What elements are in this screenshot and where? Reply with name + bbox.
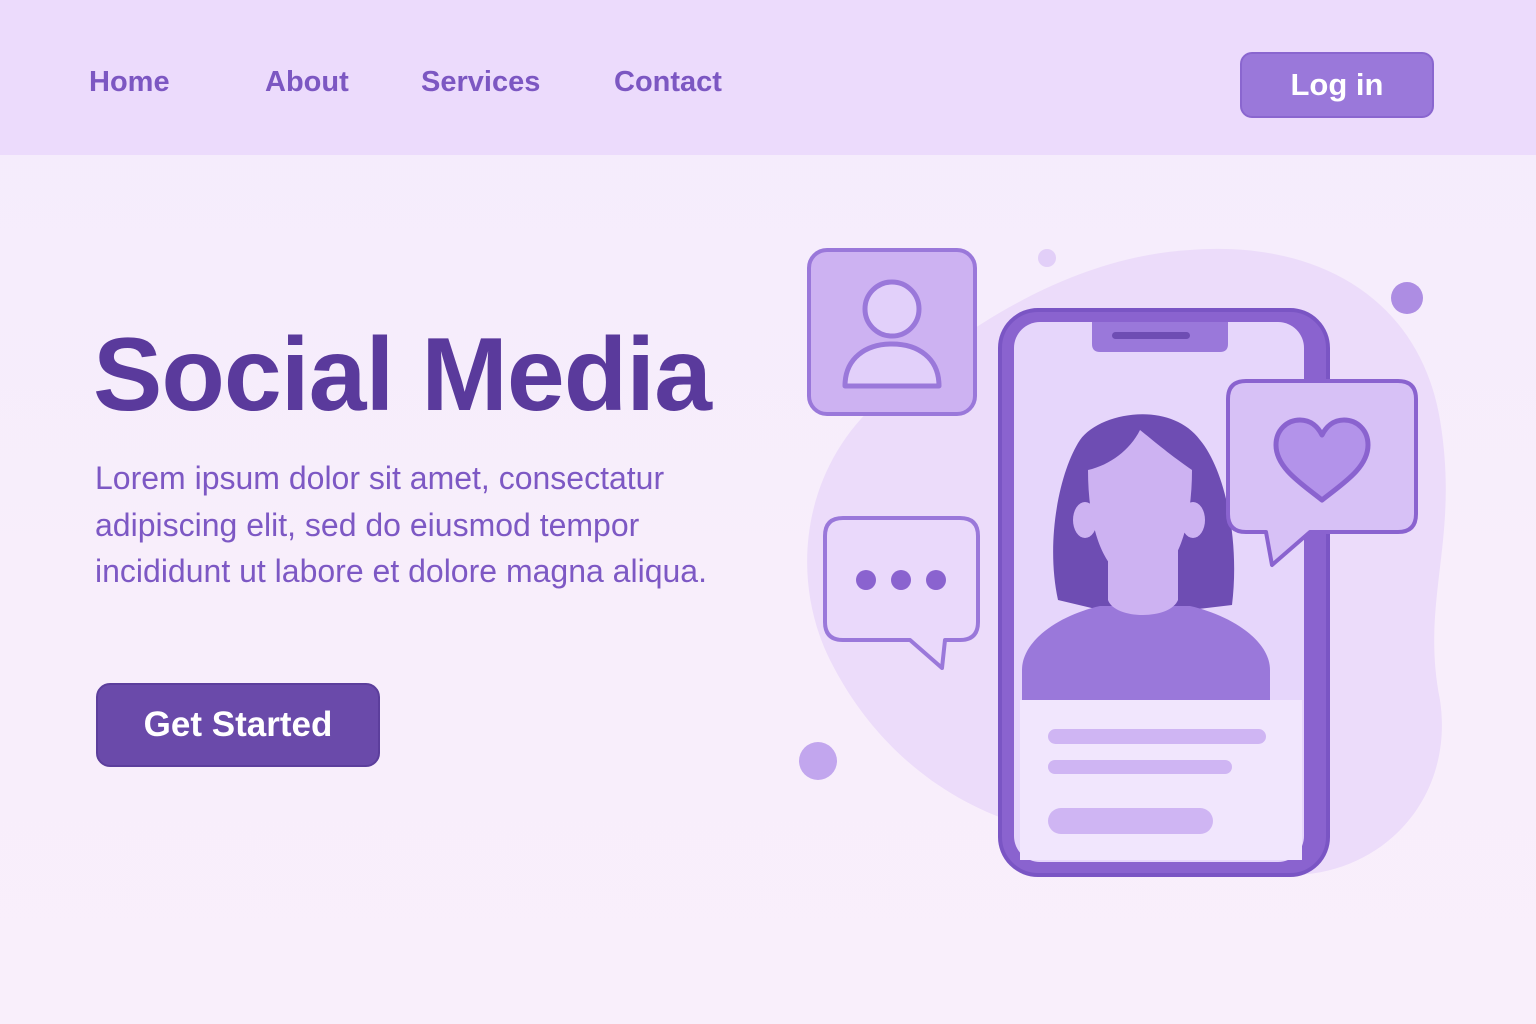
user-profile-icon: [807, 248, 977, 416]
nav-link-services[interactable]: Services: [421, 62, 540, 102]
decor-dot-left: [799, 742, 837, 780]
landing-page: Home About Services Contact Log in Socia…: [0, 0, 1536, 1024]
decor-dot-small: [1038, 249, 1056, 267]
decor-dot-right: [1391, 282, 1423, 314]
login-button[interactable]: Log in: [1240, 52, 1434, 118]
hero-title: Social Media: [93, 317, 712, 433]
nav-link-about[interactable]: About: [265, 62, 349, 102]
get-started-button[interactable]: Get Started: [96, 683, 380, 767]
nav-link-contact[interactable]: Contact: [614, 62, 722, 102]
social-media-illustration: [799, 248, 1446, 877]
navbar: Home About Services Contact Log in: [0, 0, 1536, 155]
nav-link-home[interactable]: Home: [89, 62, 170, 102]
hero-description: Lorem ipsum dolor sit amet, consectatur …: [95, 460, 707, 589]
